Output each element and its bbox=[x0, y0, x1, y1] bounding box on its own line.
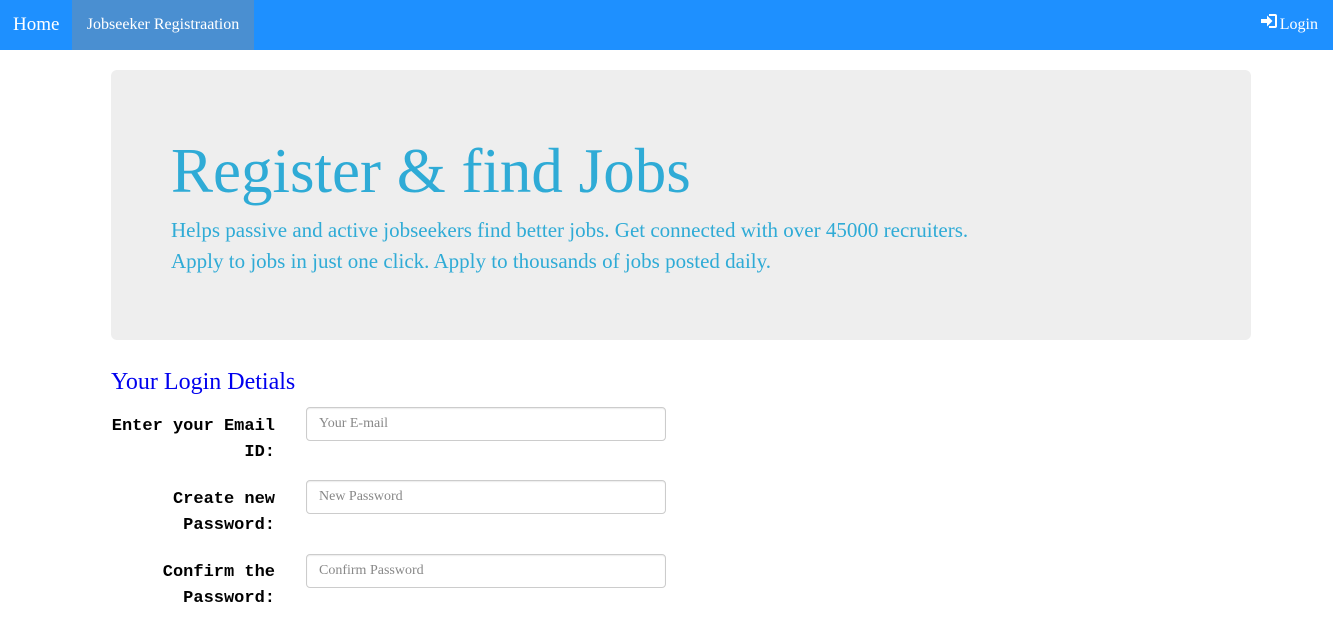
login-details-title: Your Login Detials bbox=[111, 369, 296, 395]
hero-description: Helps passive and active jobseekers find… bbox=[171, 215, 968, 277]
hero-line-1: Helps passive and active jobseekers find… bbox=[171, 218, 969, 242]
email-field[interactable] bbox=[306, 407, 666, 441]
new-password-field[interactable] bbox=[306, 480, 666, 514]
nav-login-link[interactable]: Login bbox=[1260, 0, 1318, 50]
new-password-label-line-1: Create new bbox=[172, 490, 275, 509]
email-label-line-2: ID: bbox=[244, 443, 275, 462]
email-label-line-1: Enter your Email bbox=[111, 417, 275, 436]
nav-home-link[interactable]: Home bbox=[0, 0, 73, 50]
login-label: Login bbox=[1279, 16, 1318, 33]
confirm-password-label-line-2: Password: bbox=[183, 589, 275, 608]
hero-jumbotron: Register & find Jobs Helps passive and a… bbox=[111, 70, 1251, 340]
top-navbar: Home Jobseeker Registraation Login bbox=[0, 0, 1333, 50]
confirm-password-field[interactable] bbox=[306, 554, 666, 588]
hero-line-2: Apply to jobs in just one click. Apply t… bbox=[171, 249, 772, 273]
nav-jobseeker-registration-tab[interactable]: Jobseeker Registraation bbox=[72, 0, 254, 50]
confirm-password-label: Confirm the Password: bbox=[111, 560, 275, 612]
confirm-password-label-line-1: Confirm the bbox=[162, 563, 275, 582]
new-password-label-line-2: Password: bbox=[183, 516, 275, 535]
email-label: Enter your Email ID: bbox=[111, 414, 275, 466]
new-password-label: Create new Password: bbox=[111, 487, 275, 539]
log-in-icon bbox=[1260, 0, 1280, 50]
hero-title: Register & find Jobs bbox=[171, 136, 691, 206]
